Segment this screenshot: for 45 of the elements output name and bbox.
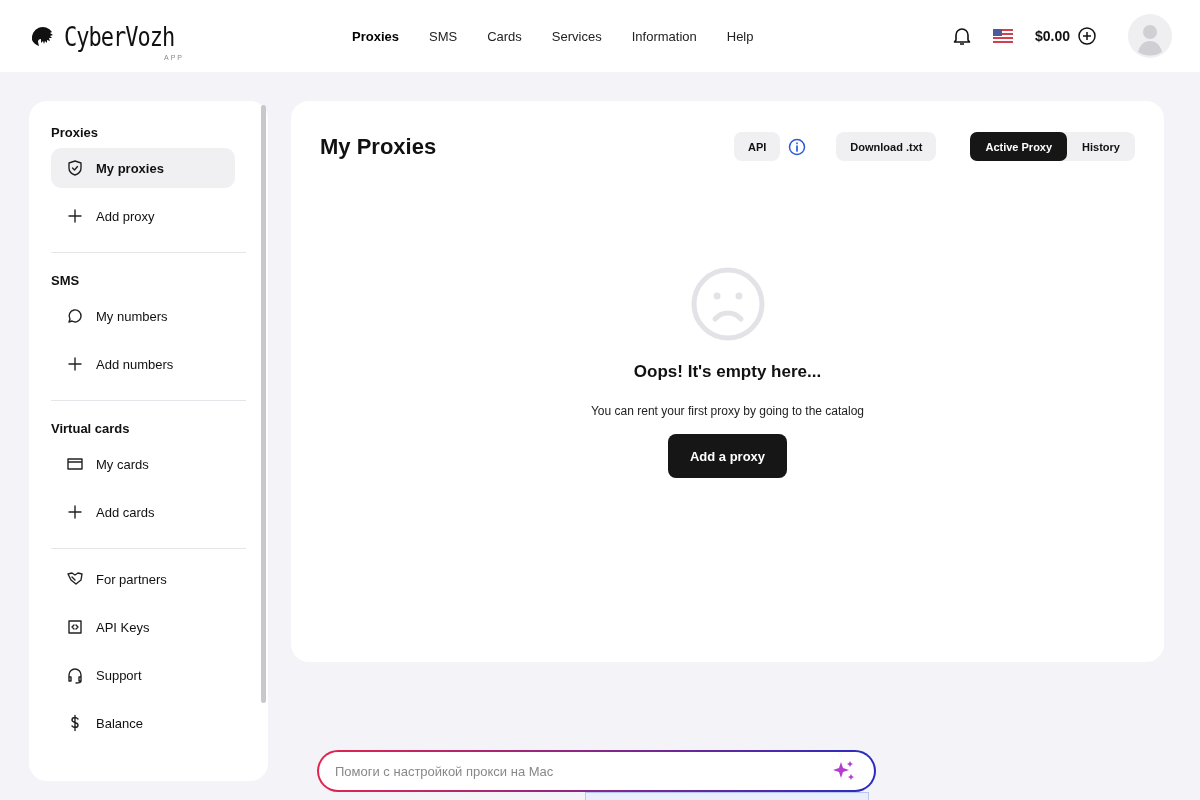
sidebar-item[interactable]: My proxies (51, 148, 235, 188)
section-title: SMS (51, 272, 81, 290)
nav-link[interactable]: Cards (487, 28, 522, 44)
nav-link[interactable]: Help (726, 28, 754, 44)
chat-icon (66, 307, 84, 325)
flag-icon[interactable] (992, 29, 1013, 43)
nav-link[interactable]: SMS (429, 28, 458, 44)
add-funds-icon[interactable] (1078, 27, 1096, 45)
toggle-tab[interactable]: Active Proxy (970, 132, 1068, 161)
download-button[interactable]: Download .txt (836, 132, 937, 161)
shield-icon (66, 159, 84, 177)
sidebar-item[interactable]: Add cards (51, 492, 235, 532)
card-icon (66, 455, 84, 473)
empty-heading: Oops! It's empty here... (633, 362, 822, 382)
sidebar-item[interactable]: My numbers (51, 296, 235, 336)
sidebar-item[interactable]: Balance (51, 703, 235, 743)
bell-icon[interactable] (952, 26, 971, 46)
nav-link[interactable]: Information (631, 28, 697, 44)
plus-icon (66, 207, 84, 225)
code-icon (66, 618, 84, 636)
info-icon[interactable] (788, 137, 807, 156)
empty-message: You can rent your first proxy by going to the catalog (590, 404, 865, 418)
assistant-field[interactable]: Помоги с настройкой прокси на Mac (317, 750, 876, 792)
sidebar-item[interactable]: Add proxy (51, 196, 235, 236)
section-title: Proxies (51, 124, 99, 142)
sidebar-item[interactable]: Support (51, 655, 235, 695)
page-title: My Proxies (320, 133, 437, 160)
sidebar-item[interactable]: Add numbers (51, 344, 235, 384)
plus-icon (66, 503, 84, 521)
section-title: Virtual cards (51, 420, 131, 438)
nav-link[interactable]: Services (551, 28, 602, 44)
assistant-input[interactable]: Помоги с настройкой прокси на Mac (333, 762, 832, 780)
api-button[interactable]: API (734, 132, 781, 161)
plus-icon (66, 355, 84, 373)
balance-amount: $0.00 (1034, 28, 1070, 44)
scrollbar[interactable] (261, 105, 266, 703)
logo-text[interactable]: CyberVozh (64, 21, 175, 51)
sidebar-item[interactable]: My cards (51, 444, 235, 484)
headset-icon (66, 666, 84, 684)
nav-link[interactable]: Proxies (352, 28, 399, 44)
sidebar-item[interactable]: For partners (51, 559, 235, 599)
sidebar-item[interactable]: API Keys (51, 607, 235, 647)
toggle-tab[interactable]: History (1067, 132, 1135, 161)
add-proxy-button[interactable]: Add a proxy (667, 434, 788, 478)
sad-face-icon (689, 266, 766, 342)
